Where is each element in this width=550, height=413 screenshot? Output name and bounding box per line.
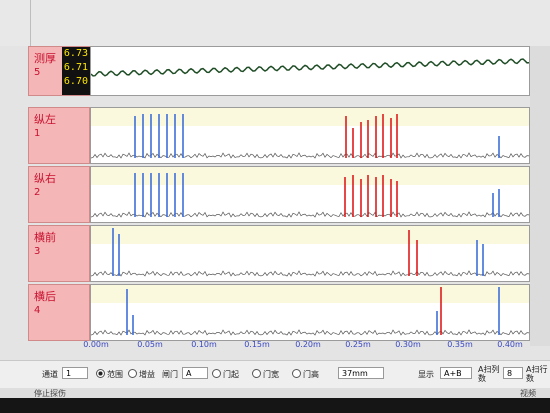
channel-name: 纵左 [34, 113, 56, 126]
x-tick: 0.25m [345, 340, 371, 349]
x-tick: 0.35m [447, 340, 473, 349]
x-tick: 0.20m [295, 340, 321, 349]
x-tick: 0.00m [83, 340, 109, 349]
value-input[interactable]: 37mm [338, 367, 384, 379]
radio-dot[interactable] [96, 369, 105, 378]
app-window: { "thickness": {"name":"测厚","index":"5",… [0, 0, 550, 413]
columns-select[interactable]: 8 [503, 367, 523, 379]
gate-band [91, 226, 529, 244]
channel-1-label: 纵左 1 [28, 107, 90, 164]
radio-dot[interactable] [212, 369, 221, 378]
channel-name: 横后 [34, 290, 56, 303]
channel-index: 3 [34, 246, 41, 257]
noise-trace [91, 211, 529, 218]
status-bar: 停止探伤 视频 [0, 388, 550, 398]
x-axis: 0.00m 0.05m 0.10m 0.15m 0.20m 0.25m 0.30… [83, 340, 530, 352]
channel-4-label: 横后 4 [28, 284, 90, 341]
radio-range-label: 范围 [107, 370, 123, 379]
thickness-values: 6.73 6.71 6.70 [62, 47, 91, 95]
thickness-value-1: 6.73 [63, 48, 88, 59]
x-tick: 0.05m [137, 340, 163, 349]
radio-gain[interactable]: 增益 [128, 369, 155, 380]
radio-gate-width[interactable]: 门宽 [252, 369, 279, 380]
thickness-panel [90, 46, 530, 96]
thickness-index: 5 [34, 67, 41, 78]
channel-name: 横前 [34, 231, 56, 244]
channel-3-panel [90, 225, 530, 282]
x-tick: 0.15m [244, 340, 270, 349]
gate-select[interactable]: A [182, 367, 208, 379]
right-strip [530, 46, 550, 346]
channel-index: 1 [34, 128, 41, 139]
os-taskbar [0, 398, 550, 413]
a-scan-columns-label: A扫列数 [478, 365, 500, 383]
gate-band [91, 167, 529, 185]
thickness-value-2: 6.71 [63, 62, 88, 73]
gate-band [91, 108, 529, 126]
x-tick: 0.30m [395, 340, 421, 349]
radio-gate-height[interactable]: 门高 [292, 369, 319, 380]
gate-height-label: 门高 [303, 370, 319, 379]
gate-start-label: 门起 [223, 370, 239, 379]
thickness-trace [91, 58, 529, 77]
radio-dot[interactable] [252, 369, 261, 378]
radio-range[interactable]: 范围 [96, 369, 123, 380]
control-toolbar: 通道 1 范围 增益 闸门 A 门起 门宽 门高 37mm 显示 A+B A扫列… [0, 360, 550, 389]
noise-trace [91, 152, 529, 159]
noise-trace [91, 329, 529, 336]
divider [30, 0, 31, 46]
channel-3-label: 横前 3 [28, 225, 90, 282]
noise-trace [91, 270, 529, 277]
radio-dot[interactable] [128, 369, 137, 378]
channel-label: 通道 [42, 370, 58, 379]
radio-gate-start[interactable]: 门起 [212, 369, 239, 380]
x-tick: 0.40m [497, 340, 523, 349]
channel-index: 2 [34, 187, 41, 198]
gate-label: 闸门 [162, 370, 178, 379]
channel-index: 4 [34, 305, 41, 316]
radio-dot[interactable] [292, 369, 301, 378]
channel-2-label: 纵右 2 [28, 166, 90, 223]
thickness-label: 测厚 5 6.73 6.71 6.70 [28, 46, 91, 96]
x-tick: 0.10m [191, 340, 217, 349]
channel-select[interactable]: 1 [62, 367, 88, 379]
channel-1-panel [90, 107, 530, 164]
a-scan-rows-label: A扫行数 [526, 365, 548, 383]
thickness-name: 测厚 [34, 52, 56, 65]
gate-band [91, 285, 529, 303]
channel-name: 纵右 [34, 172, 56, 185]
thickness-value-3: 6.70 [63, 76, 88, 87]
channel-2-panel [90, 166, 530, 223]
gate-width-label: 门宽 [263, 370, 279, 379]
top-strip [0, 0, 550, 46]
display-label: 显示 [418, 370, 434, 379]
channel-4-panel [90, 284, 530, 341]
radio-gain-label: 增益 [139, 370, 155, 379]
display-select[interactable]: A+B [440, 367, 472, 379]
